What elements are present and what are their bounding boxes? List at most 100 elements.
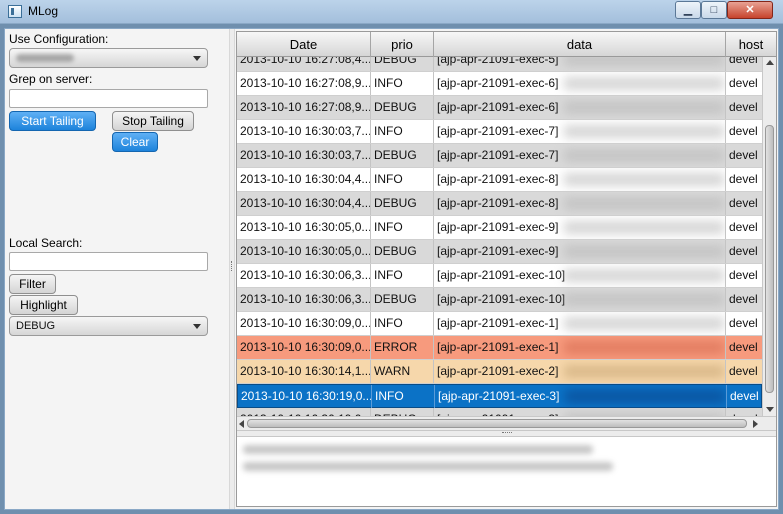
grep-input[interactable] bbox=[9, 89, 208, 108]
cell-date-text: 2013-10-10 16:30:06,3... bbox=[240, 292, 371, 306]
cell-host-text: devel bbox=[729, 148, 758, 162]
log-detail-panel[interactable] bbox=[237, 437, 776, 506]
cell-date: 2013-10-10 16:30:03,7... bbox=[237, 144, 371, 167]
clear-button[interactable]: Clear bbox=[112, 132, 158, 152]
table-header: Date prio data host bbox=[237, 32, 776, 57]
column-header-date[interactable]: Date bbox=[237, 32, 371, 57]
table-row[interactable]: 2013-10-10 16:30:05,0... INFO [ajp-apr-210… bbox=[237, 216, 762, 240]
redacted-message bbox=[564, 317, 724, 330]
cell-data-text: [ajp-apr-21091-exec-8] bbox=[437, 196, 559, 210]
cell-date: 2013-10-10 16:30:19,0... bbox=[238, 385, 372, 408]
table-row[interactable]: 2013-10-10 16:27:08,9... INFO [ajp-apr-210… bbox=[237, 72, 762, 96]
scroll-up-icon[interactable] bbox=[766, 60, 774, 65]
redacted-message bbox=[564, 125, 724, 138]
table-row[interactable]: 2013-10-10 16:30:09,0... INFO [ajp-apr-210… bbox=[237, 312, 762, 336]
cell-date-text: 2013-10-10 16:30:04,4... bbox=[240, 172, 371, 186]
cell-prio-text: DEBUG bbox=[374, 292, 417, 306]
vertical-scroll-thumb[interactable] bbox=[765, 125, 774, 393]
start-tailing-button[interactable]: Start Tailing bbox=[9, 111, 96, 131]
horizontal-scroll-thumb[interactable] bbox=[247, 419, 747, 428]
close-button[interactable]: ✕ bbox=[727, 1, 773, 19]
redacted-message bbox=[564, 57, 724, 66]
cell-prio: DEBUG bbox=[371, 288, 434, 311]
table-row[interactable]: 2013-10-10 16:30:03,7... DEBUG [ajp-apr-21… bbox=[237, 144, 762, 168]
cell-prio: DEBUG bbox=[371, 96, 434, 119]
local-search-input[interactable] bbox=[9, 252, 208, 271]
title-bar: MLog ▁ □ ✕ bbox=[0, 0, 783, 24]
cell-data: [ajp-apr-21091-exec-10] bbox=[434, 264, 726, 287]
cell-data-text: [ajp-apr-21091-exec-6] bbox=[437, 76, 559, 90]
cell-host: devel bbox=[726, 216, 762, 239]
maximize-button[interactable]: □ bbox=[701, 1, 727, 19]
scroll-down-icon[interactable] bbox=[766, 407, 774, 412]
scroll-right-icon[interactable] bbox=[753, 420, 758, 428]
cell-data-text: [ajp-apr-21091-exec-9] bbox=[437, 220, 559, 234]
scroll-left-icon[interactable] bbox=[239, 420, 244, 428]
level-select[interactable]: DEBUG bbox=[9, 316, 208, 336]
cell-date-text: 2013-10-10 16:30:09,0... bbox=[240, 316, 371, 330]
cell-host-text: devel bbox=[729, 244, 758, 258]
configuration-select[interactable] bbox=[9, 48, 208, 68]
cell-host-text: devel bbox=[729, 76, 758, 90]
cell-date: 2013-10-10 16:30:09,0... bbox=[237, 312, 371, 335]
cell-prio: DEBUG bbox=[371, 57, 434, 71]
cell-date-text: 2013-10-10 16:30:04,4... bbox=[240, 196, 371, 210]
cell-host-text: devel bbox=[729, 196, 758, 210]
configuration-value-redacted bbox=[16, 54, 74, 62]
table-row[interactable]: 2013-10-10 16:30:14,1... WARN [ajp-apr-210… bbox=[237, 360, 762, 384]
redacted-message bbox=[564, 101, 724, 114]
horizontal-splitter[interactable] bbox=[237, 430, 776, 437]
table-row[interactable]: 2013-10-10 16:30:06,3... INFO [ajp-apr-210… bbox=[237, 264, 762, 288]
cell-prio: INFO bbox=[371, 72, 434, 95]
table-row[interactable]: 2013-10-10 16:30:03,7... INFO [ajp-apr-210… bbox=[237, 120, 762, 144]
use-configuration-label: Use Configuration: bbox=[9, 32, 109, 46]
filter-button[interactable]: Filter bbox=[9, 274, 56, 294]
vertical-splitter[interactable] bbox=[229, 29, 235, 509]
highlight-button[interactable]: Highlight bbox=[9, 295, 78, 315]
column-header-host[interactable]: host bbox=[726, 32, 776, 57]
stop-tailing-button[interactable]: Stop Tailing bbox=[112, 111, 194, 131]
cell-host: devel bbox=[726, 144, 762, 167]
table-row[interactable]: 2013-10-10 16:27:08,4... DEBUG [ajp-apr-21… bbox=[237, 57, 762, 72]
cell-date: 2013-10-10 16:30:04,4... bbox=[237, 192, 371, 215]
column-header-prio[interactable]: prio bbox=[371, 32, 434, 57]
window-title: MLog bbox=[28, 4, 59, 18]
cell-prio: INFO bbox=[371, 264, 434, 287]
cell-prio-text: DEBUG bbox=[374, 244, 417, 258]
column-header-data[interactable]: data bbox=[434, 32, 726, 57]
cell-host: devel bbox=[726, 120, 762, 143]
table-row[interactable]: 2013-10-10 16:30:04,4... DEBUG [ajp-apr-21… bbox=[237, 192, 762, 216]
cell-host-text: devel bbox=[729, 100, 758, 114]
cell-data: [ajp-apr-21091-exec-8] bbox=[434, 168, 726, 191]
cell-prio: INFO bbox=[371, 120, 434, 143]
table-row[interactable]: 2013-10-10 16:27:08,9... DEBUG [ajp-apr-21… bbox=[237, 96, 762, 120]
detail-text-redacted bbox=[243, 445, 593, 454]
cell-data-text: [ajp-apr-21091-exec-7] bbox=[437, 124, 559, 138]
cell-data-text: [ajp-apr-21091-exec-10] bbox=[437, 268, 566, 282]
table-row[interactable]: 2013-10-10 16:30:05,0... DEBUG [ajp-apr-21… bbox=[237, 240, 762, 264]
cell-date-text: 2013-10-10 16:27:08,9... bbox=[240, 100, 371, 114]
cell-host: devel bbox=[727, 385, 762, 408]
horizontal-scrollbar[interactable] bbox=[237, 416, 776, 430]
cell-prio: INFO bbox=[371, 168, 434, 191]
cell-host: devel bbox=[726, 168, 762, 191]
cell-prio-text: DEBUG bbox=[374, 148, 417, 162]
grep-label: Grep on server: bbox=[9, 72, 93, 86]
minimize-button[interactable]: ▁ bbox=[675, 1, 701, 19]
redacted-message bbox=[564, 269, 724, 282]
cell-host-text: devel bbox=[729, 172, 758, 186]
cell-host: devel bbox=[726, 240, 762, 263]
cell-prio-text: INFO bbox=[374, 76, 403, 90]
cell-prio-text: INFO bbox=[374, 220, 403, 234]
table-row[interactable]: 2013-10-10 16:30:19,0... INFO [ajp-apr-210… bbox=[237, 384, 762, 408]
cell-date-text: 2013-10-10 16:27:08,9... bbox=[240, 76, 371, 90]
table-row[interactable]: 2013-10-10 16:30:04,4... INFO [ajp-apr-210… bbox=[237, 168, 762, 192]
redacted-message bbox=[564, 77, 724, 90]
cell-date-text: 2013-10-10 16:27:08,4... bbox=[240, 57, 371, 66]
vertical-scrollbar[interactable] bbox=[762, 57, 776, 416]
table-row[interactable]: 2013-10-10 16:30:06,3... DEBUG [ajp-apr-21… bbox=[237, 288, 762, 312]
cell-date: 2013-10-10 16:30:05,0... bbox=[237, 216, 371, 239]
cell-data: [ajp-apr-21091-exec-3] bbox=[435, 385, 727, 408]
table-row[interactable]: 2013-10-10 16:30:09,0... ERROR [ajp-apr-21… bbox=[237, 336, 762, 360]
cell-data-text: [ajp-apr-21091-exec-6] bbox=[437, 100, 559, 114]
